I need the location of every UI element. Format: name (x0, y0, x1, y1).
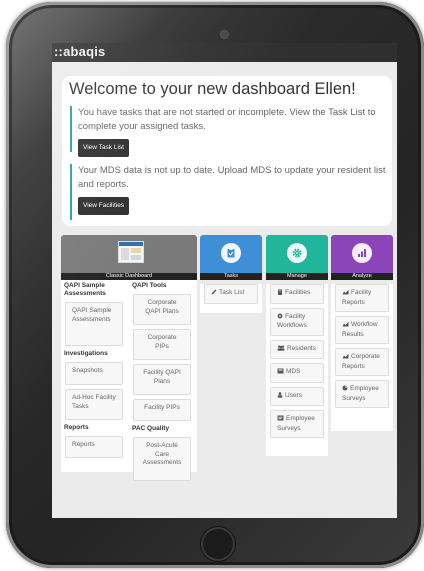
tile-employee-surveys-manage[interactable]: Employee Surveys (270, 410, 324, 438)
tile-facility-pips[interactable]: Facility PIPs (133, 399, 191, 421)
tile-mds[interactable]: MDS (270, 363, 324, 383)
mds-label: MDS (286, 368, 301, 375)
tile-qapi-sample-assessments[interactable]: QAPI Sample Assessments (65, 302, 123, 346)
tile-facility-qapi-plans[interactable]: Facility QAPI Plans (133, 364, 191, 395)
analyze-column: Analyze Facility Reports Workflow Result… (331, 235, 393, 431)
tasks-column: Tasks Task List (200, 235, 262, 313)
area-chart-icon (342, 289, 349, 299)
tile-workflow-results[interactable]: Workflow Results (335, 316, 389, 344)
cog-icon (277, 313, 283, 323)
classic-dashboard-title: Classic Dashboard (61, 273, 197, 280)
facilities-label: Facilities (285, 289, 311, 296)
pie-chart-icon (342, 385, 348, 395)
tile-residents[interactable]: Residents (270, 339, 324, 359)
welcome-panel: Welcome to your new dashboard Ellen! You… (62, 76, 392, 226)
manage-title: Manage (266, 273, 328, 280)
task-list-label: Task List (219, 289, 245, 296)
section-pac-quality: PAC Quality (132, 425, 170, 432)
tile-ad-hoc-facility-tasks[interactable]: Ad-Hoc Facility Tasks (65, 389, 123, 420)
section-investigations: Investigations (64, 350, 108, 357)
user-icon (277, 391, 283, 402)
analyze-header[interactable]: Analyze (331, 235, 393, 280)
classic-dashboard-header[interactable]: Classic Dashboard (61, 235, 197, 280)
residents-label: Residents (287, 344, 316, 352)
tile-facility-reports[interactable]: Facility Reports (335, 284, 389, 312)
upload-icon (277, 368, 284, 378)
tile-facilities[interactable]: Facilities (270, 284, 324, 304)
camera-icon (221, 31, 228, 38)
tile-task-list[interactable]: Task List (204, 284, 258, 304)
tile-corporate-qapi-plans[interactable]: Corporate QAPI Plans (133, 294, 191, 325)
view-facilities-button[interactable]: View Facilities (78, 197, 130, 215)
task-notice-text: You have tasks that are not started or i… (78, 107, 376, 132)
tasks-title: Tasks (200, 273, 262, 280)
tasks-header[interactable]: Tasks (200, 235, 262, 280)
tile-post-acute-care-assessments[interactable]: Post-Acute Care Assessments (133, 437, 191, 481)
logo-text: abaqis (63, 44, 106, 59)
manage-gear-icon (287, 243, 307, 263)
dashboard-icon (118, 241, 144, 263)
people-icon (277, 345, 285, 355)
section-qapi-tools: QAPI Tools (132, 282, 167, 289)
tile-facility-workflows[interactable]: Facility Workflows (270, 307, 324, 336)
analyze-chart-icon (352, 243, 372, 263)
building-icon (277, 289, 283, 299)
home-button[interactable] (201, 527, 235, 561)
section-reports: Reports (64, 424, 89, 431)
analyze-title: Analyze (331, 273, 393, 280)
tile-corporate-pips[interactable]: Corporate PIPs (133, 329, 191, 360)
tile-employee-surveys-analyze[interactable]: Employee Surveys (335, 380, 389, 408)
section-qapi-sample-assessments: QAPI Sample Assessments (64, 282, 106, 297)
task-notice: You have tasks that are not started or i… (70, 106, 394, 157)
screen: ::abaqis Welcome to your new dashboard E… (52, 43, 397, 518)
survey-icon (277, 415, 284, 425)
app-logo[interactable]: ::abaqis (54, 44, 105, 59)
area-chart-icon (342, 321, 349, 331)
tasks-icon (221, 243, 241, 263)
mds-notice: Your MDS data is not up to date. Upload … (70, 164, 394, 220)
welcome-title: Welcome to your new dashboard Ellen! (69, 80, 356, 98)
tile-snapshots[interactable]: Snapshots (65, 362, 123, 385)
mds-notice-text: Your MDS data is not up to date. Upload … (78, 165, 386, 190)
tile-reports[interactable]: Reports (65, 436, 123, 458)
users-label: Users (285, 391, 302, 399)
dashboard-columns: Classic Dashboard QAPI Sample Assessment… (61, 235, 393, 481)
pencil-icon (211, 289, 217, 299)
manage-header[interactable]: Manage (266, 235, 328, 280)
manage-column: Manage Facilities Facility Workflows Res… (266, 235, 328, 456)
logo-mark: :: (54, 44, 64, 59)
classic-dashboard-column: Classic Dashboard QAPI Sample Assessment… (61, 235, 197, 481)
view-task-list-button[interactable]: View Task List (78, 139, 129, 157)
tile-users[interactable]: Users (270, 386, 324, 406)
top-bar: ::abaqis (52, 43, 397, 62)
tile-corporate-reports[interactable]: Corporate Reports (335, 348, 389, 376)
area-chart-icon (342, 353, 349, 363)
